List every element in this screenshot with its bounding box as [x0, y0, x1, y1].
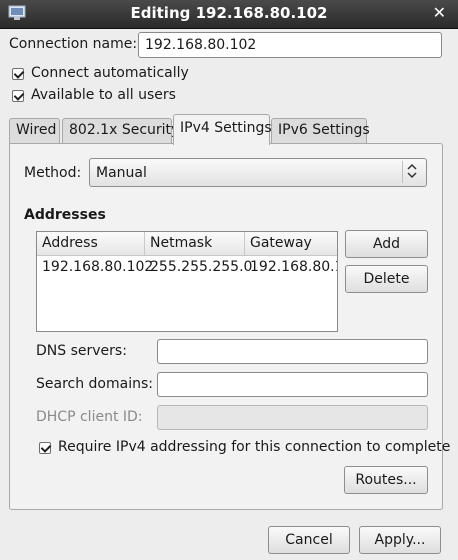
- available-all-users-label: Available to all users: [31, 87, 176, 103]
- tab-ipv6-settings[interactable]: IPv6 Settings: [271, 118, 370, 144]
- dhcp-client-id-field: [157, 405, 428, 430]
- delete-button[interactable]: Delete: [345, 265, 428, 293]
- method-select[interactable]: Manual: [89, 158, 427, 187]
- tab-ipv4-settings[interactable]: IPv4 Settings: [173, 114, 272, 145]
- dns-servers-label: DNS servers:: [36, 343, 127, 359]
- connection-name-field[interactable]: 192.168.80.102: [138, 32, 442, 58]
- tab-wired[interactable]: Wired: [9, 118, 60, 144]
- gateway-cell: 192.168.80.1: [250, 259, 338, 275]
- search-domains-field[interactable]: [157, 372, 428, 397]
- dhcp-client-id-label: DHCP client ID:: [36, 409, 143, 425]
- routes-button[interactable]: Routes...: [344, 466, 428, 494]
- column-header-netmask[interactable]: Netmask: [145, 232, 245, 256]
- apply-button[interactable]: Apply...: [359, 526, 441, 554]
- connection-name-label: Connection name:: [9, 36, 138, 52]
- netmask-cell: 255.255.255.0: [150, 259, 253, 275]
- add-button[interactable]: Add: [345, 230, 428, 258]
- window-title: Editing 192.168.80.102: [130, 4, 328, 22]
- select-arrows-icon: [402, 161, 420, 183]
- require-ipv4-checkbox[interactable]: [39, 442, 51, 454]
- cancel-button[interactable]: Cancel: [268, 526, 350, 554]
- method-label: Method:: [24, 165, 82, 181]
- title-bar: Editing 192.168.80.102 ✕: [0, 0, 458, 29]
- require-ipv4-label: Require IPv4 addressing for this connect…: [58, 439, 451, 455]
- search-domains-label: Search domains:: [36, 376, 153, 392]
- column-header-address[interactable]: Address: [37, 232, 145, 256]
- tab-8021x-security[interactable]: 802.1x Security: [62, 118, 179, 144]
- address-cell: 192.168.80.102: [42, 259, 154, 275]
- close-icon[interactable]: ✕: [433, 3, 446, 22]
- column-header-gateway[interactable]: Gateway: [245, 232, 337, 256]
- addresses-table[interactable]: Address Netmask Gateway 192.168.80.102 2…: [36, 231, 338, 332]
- connect-automatically-checkbox[interactable]: [12, 68, 24, 80]
- addresses-heading: Addresses: [24, 207, 106, 223]
- available-all-users-checkbox[interactable]: [12, 90, 24, 102]
- connect-automatically-label: Connect automatically: [31, 65, 189, 81]
- dns-servers-field[interactable]: [157, 339, 428, 364]
- method-select-value: Manual: [96, 165, 147, 181]
